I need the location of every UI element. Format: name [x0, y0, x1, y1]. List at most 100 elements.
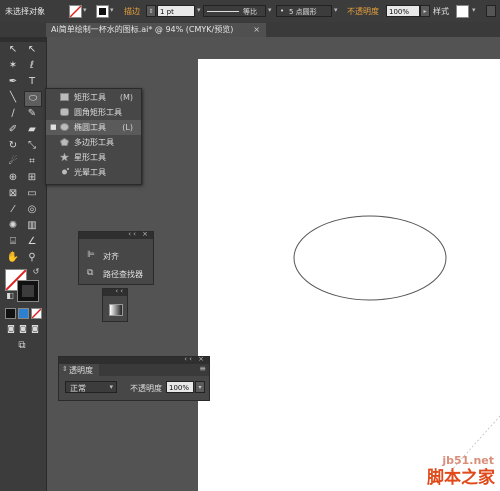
- toolbar-grip[interactable]: [0, 37, 46, 42]
- stroke-label[interactable]: 描边: [124, 6, 140, 17]
- flyout-item-rounded-rectangle[interactable]: 圆角矩形工具: [46, 105, 141, 120]
- panel-controls-icon[interactable]: ‹‹ ×: [184, 355, 206, 363]
- color-mode-icon[interactable]: [5, 308, 16, 319]
- panel-header[interactable]: ‹‹ ×: [59, 355, 209, 364]
- artboard-tool-icon[interactable]: ⌸: [5, 235, 21, 249]
- hand-tool-icon[interactable]: ✋: [5, 251, 21, 265]
- panel-controls-icon[interactable]: ‹‹: [115, 287, 125, 295]
- direct-selection-tool-icon[interactable]: ↖: [24, 43, 40, 57]
- default-colors-icon[interactable]: ◧: [2, 289, 18, 303]
- ellipse-tool-icon[interactable]: ⬭: [24, 91, 42, 107]
- document-tab[interactable]: Ai简单绘制一杯水的图标.ai* @ 94% (CMYK/预览) ×: [46, 23, 266, 37]
- flyout-item-star[interactable]: 星形工具: [46, 150, 141, 165]
- tab-transparency[interactable]: ⇕ 透明度: [59, 364, 99, 376]
- eraser-tool-icon[interactable]: ▰: [24, 123, 40, 137]
- opacity-label[interactable]: 不透明度: [347, 6, 379, 17]
- stroke-dropdown-icon[interactable]: ▾: [110, 6, 114, 14]
- free-transform-tool-icon[interactable]: ⌗: [24, 155, 40, 169]
- swap-colors-icon[interactable]: ↺: [28, 265, 44, 279]
- style-swatch[interactable]: [456, 5, 469, 18]
- paintbrush-tool-icon[interactable]: ∕: [5, 107, 21, 121]
- panel-item-label: 路径查找器: [103, 270, 143, 279]
- brush-dot-icon: •: [280, 7, 285, 15]
- zoom-tool-icon[interactable]: ⚲: [24, 251, 40, 265]
- brush-dropdown-icon[interactable]: ▾: [334, 6, 338, 14]
- shape-builder-tool-icon[interactable]: ⊕: [5, 171, 21, 185]
- pen-tool-icon[interactable]: ✒: [5, 75, 21, 89]
- slice-tool-icon[interactable]: ∠: [24, 235, 40, 249]
- column-graph-tool-icon[interactable]: ▥: [24, 219, 40, 233]
- flyout-item-rectangle[interactable]: 矩形工具 (M): [46, 90, 141, 105]
- stroke-weight-dropdown-icon[interactable]: ▾: [197, 6, 201, 14]
- type-tool-icon[interactable]: T: [24, 75, 40, 89]
- opacity-dropdown-button[interactable]: ▾: [195, 381, 205, 393]
- pencil-tool-icon[interactable]: ✎: [24, 107, 40, 121]
- gradient-tool-icon[interactable]: ▭: [24, 187, 40, 201]
- selection-tool-icon[interactable]: ↖: [5, 43, 21, 57]
- blend-mode-value: 正常: [70, 384, 86, 393]
- panel-controls-icon[interactable]: ‹‹ ×: [128, 230, 150, 238]
- close-tab-icon[interactable]: ×: [253, 23, 260, 37]
- rounded-rectangle-icon: [60, 108, 69, 116]
- draw-inside-icon[interactable]: ◙: [27, 322, 43, 336]
- perspective-grid-tool-icon[interactable]: ⊞: [24, 171, 40, 185]
- opacity-label: 不透明度: [130, 384, 162, 393]
- blob-brush-tool-icon[interactable]: ✐: [5, 123, 21, 137]
- flyout-item-flare[interactable]: 光晕工具: [46, 165, 141, 180]
- none-slash-icon: [31, 308, 42, 319]
- rectangle-icon: [60, 93, 69, 101]
- control-bar-menu-button[interactable]: [486, 5, 496, 17]
- flyout-shortcut: (L): [122, 123, 133, 132]
- opacity-field[interactable]: 100%: [386, 5, 420, 17]
- shape-tools-flyout: 矩形工具 (M) 圆角矩形工具 ■ 椭圆工具 (L) 多边形工具 星形工具 光晕…: [45, 88, 142, 185]
- tab-expand-icon: ⇕: [62, 365, 68, 373]
- gradient-mode-icon[interactable]: [18, 308, 29, 319]
- style-dropdown-icon[interactable]: ▾: [472, 6, 476, 14]
- rotate-tool-icon[interactable]: ↻: [5, 139, 21, 153]
- ellipse-shape[interactable]: [293, 215, 447, 301]
- artboard[interactable]: [198, 59, 500, 491]
- flyout-label: 光晕工具: [74, 168, 106, 177]
- panel-title: 透明度: [69, 366, 93, 375]
- flyout-item-ellipse[interactable]: ■ 椭圆工具 (L): [46, 120, 141, 135]
- opacity-dropdown-button[interactable]: ▸: [420, 5, 430, 17]
- document-title: Ai简单绘制一杯水的图标.ai* @ 94% (CMYK/预览): [51, 25, 234, 34]
- symbol-sprayer-tool-icon[interactable]: ✺: [5, 219, 21, 233]
- warp-tool-icon[interactable]: ☄: [5, 155, 21, 169]
- line-tool-icon[interactable]: ╲: [5, 91, 21, 105]
- blend-mode-select[interactable]: 正常 ▾: [65, 381, 117, 393]
- flyout-label: 星形工具: [74, 153, 106, 162]
- stroke-profile-select[interactable]: 等比: [203, 5, 266, 17]
- opacity-field[interactable]: 100%: [166, 381, 194, 393]
- scale-tool-icon[interactable]: ⤡: [24, 139, 40, 153]
- flyout-item-polygon[interactable]: 多边形工具: [46, 135, 141, 150]
- stroke-weight-stepper[interactable]: ⇕: [146, 5, 156, 17]
- eyedropper-tool-icon[interactable]: ⁄: [5, 203, 21, 217]
- stroke-profile-dropdown-icon[interactable]: ▾: [268, 6, 272, 14]
- gradient-icon[interactable]: [109, 304, 123, 316]
- fill-swatch[interactable]: [69, 5, 82, 18]
- screen-mode-icon[interactable]: ⧉: [14, 339, 30, 353]
- none-mode-icon[interactable]: [31, 308, 42, 319]
- panel-menu-icon[interactable]: ≡: [199, 364, 206, 373]
- stroke-color-box[interactable]: [17, 280, 39, 302]
- tools-panel: ↖ ↖ ✶ ℓ ✒ T ╲ ⬭ ∕ ✎ ✐ ▰ ↻ ⤡ ☄ ⌗ ⊕ ⊞ ⊠ ▭ …: [0, 37, 47, 491]
- control-bar: 未选择对象 ▾ ▾ 描边 ⇕ 1 pt ▾ 等比 ▾ • 5 点圆形 ▾ 不透明…: [0, 0, 500, 23]
- panel-header[interactable]: ‹‹ ×: [79, 230, 153, 239]
- lasso-tool-icon[interactable]: ℓ: [24, 59, 40, 73]
- stroke-profile-label: 等比: [243, 8, 257, 16]
- gradient-mini-panel: ‹‹: [102, 287, 128, 322]
- panel-header[interactable]: ‹‹: [103, 287, 127, 296]
- brush-label: 5 点圆形: [289, 8, 317, 16]
- stroke-swatch[interactable]: [96, 5, 109, 18]
- panel-item-pathfinder[interactable]: ⧉ 路径查找器: [79, 267, 153, 281]
- blend-tool-icon[interactable]: ◎: [24, 203, 40, 217]
- stroke-weight-field[interactable]: 1 pt: [157, 5, 195, 17]
- align-icon: ⊫: [87, 250, 95, 260]
- magic-wand-tool-icon[interactable]: ✶: [5, 59, 21, 73]
- flare-icon: [62, 168, 69, 175]
- mesh-tool-icon[interactable]: ⊠: [5, 187, 21, 201]
- brush-select[interactable]: • 5 点圆形: [276, 5, 332, 17]
- panel-item-align[interactable]: ⊫ 对齐: [79, 249, 153, 263]
- fill-dropdown-icon[interactable]: ▾: [83, 6, 87, 14]
